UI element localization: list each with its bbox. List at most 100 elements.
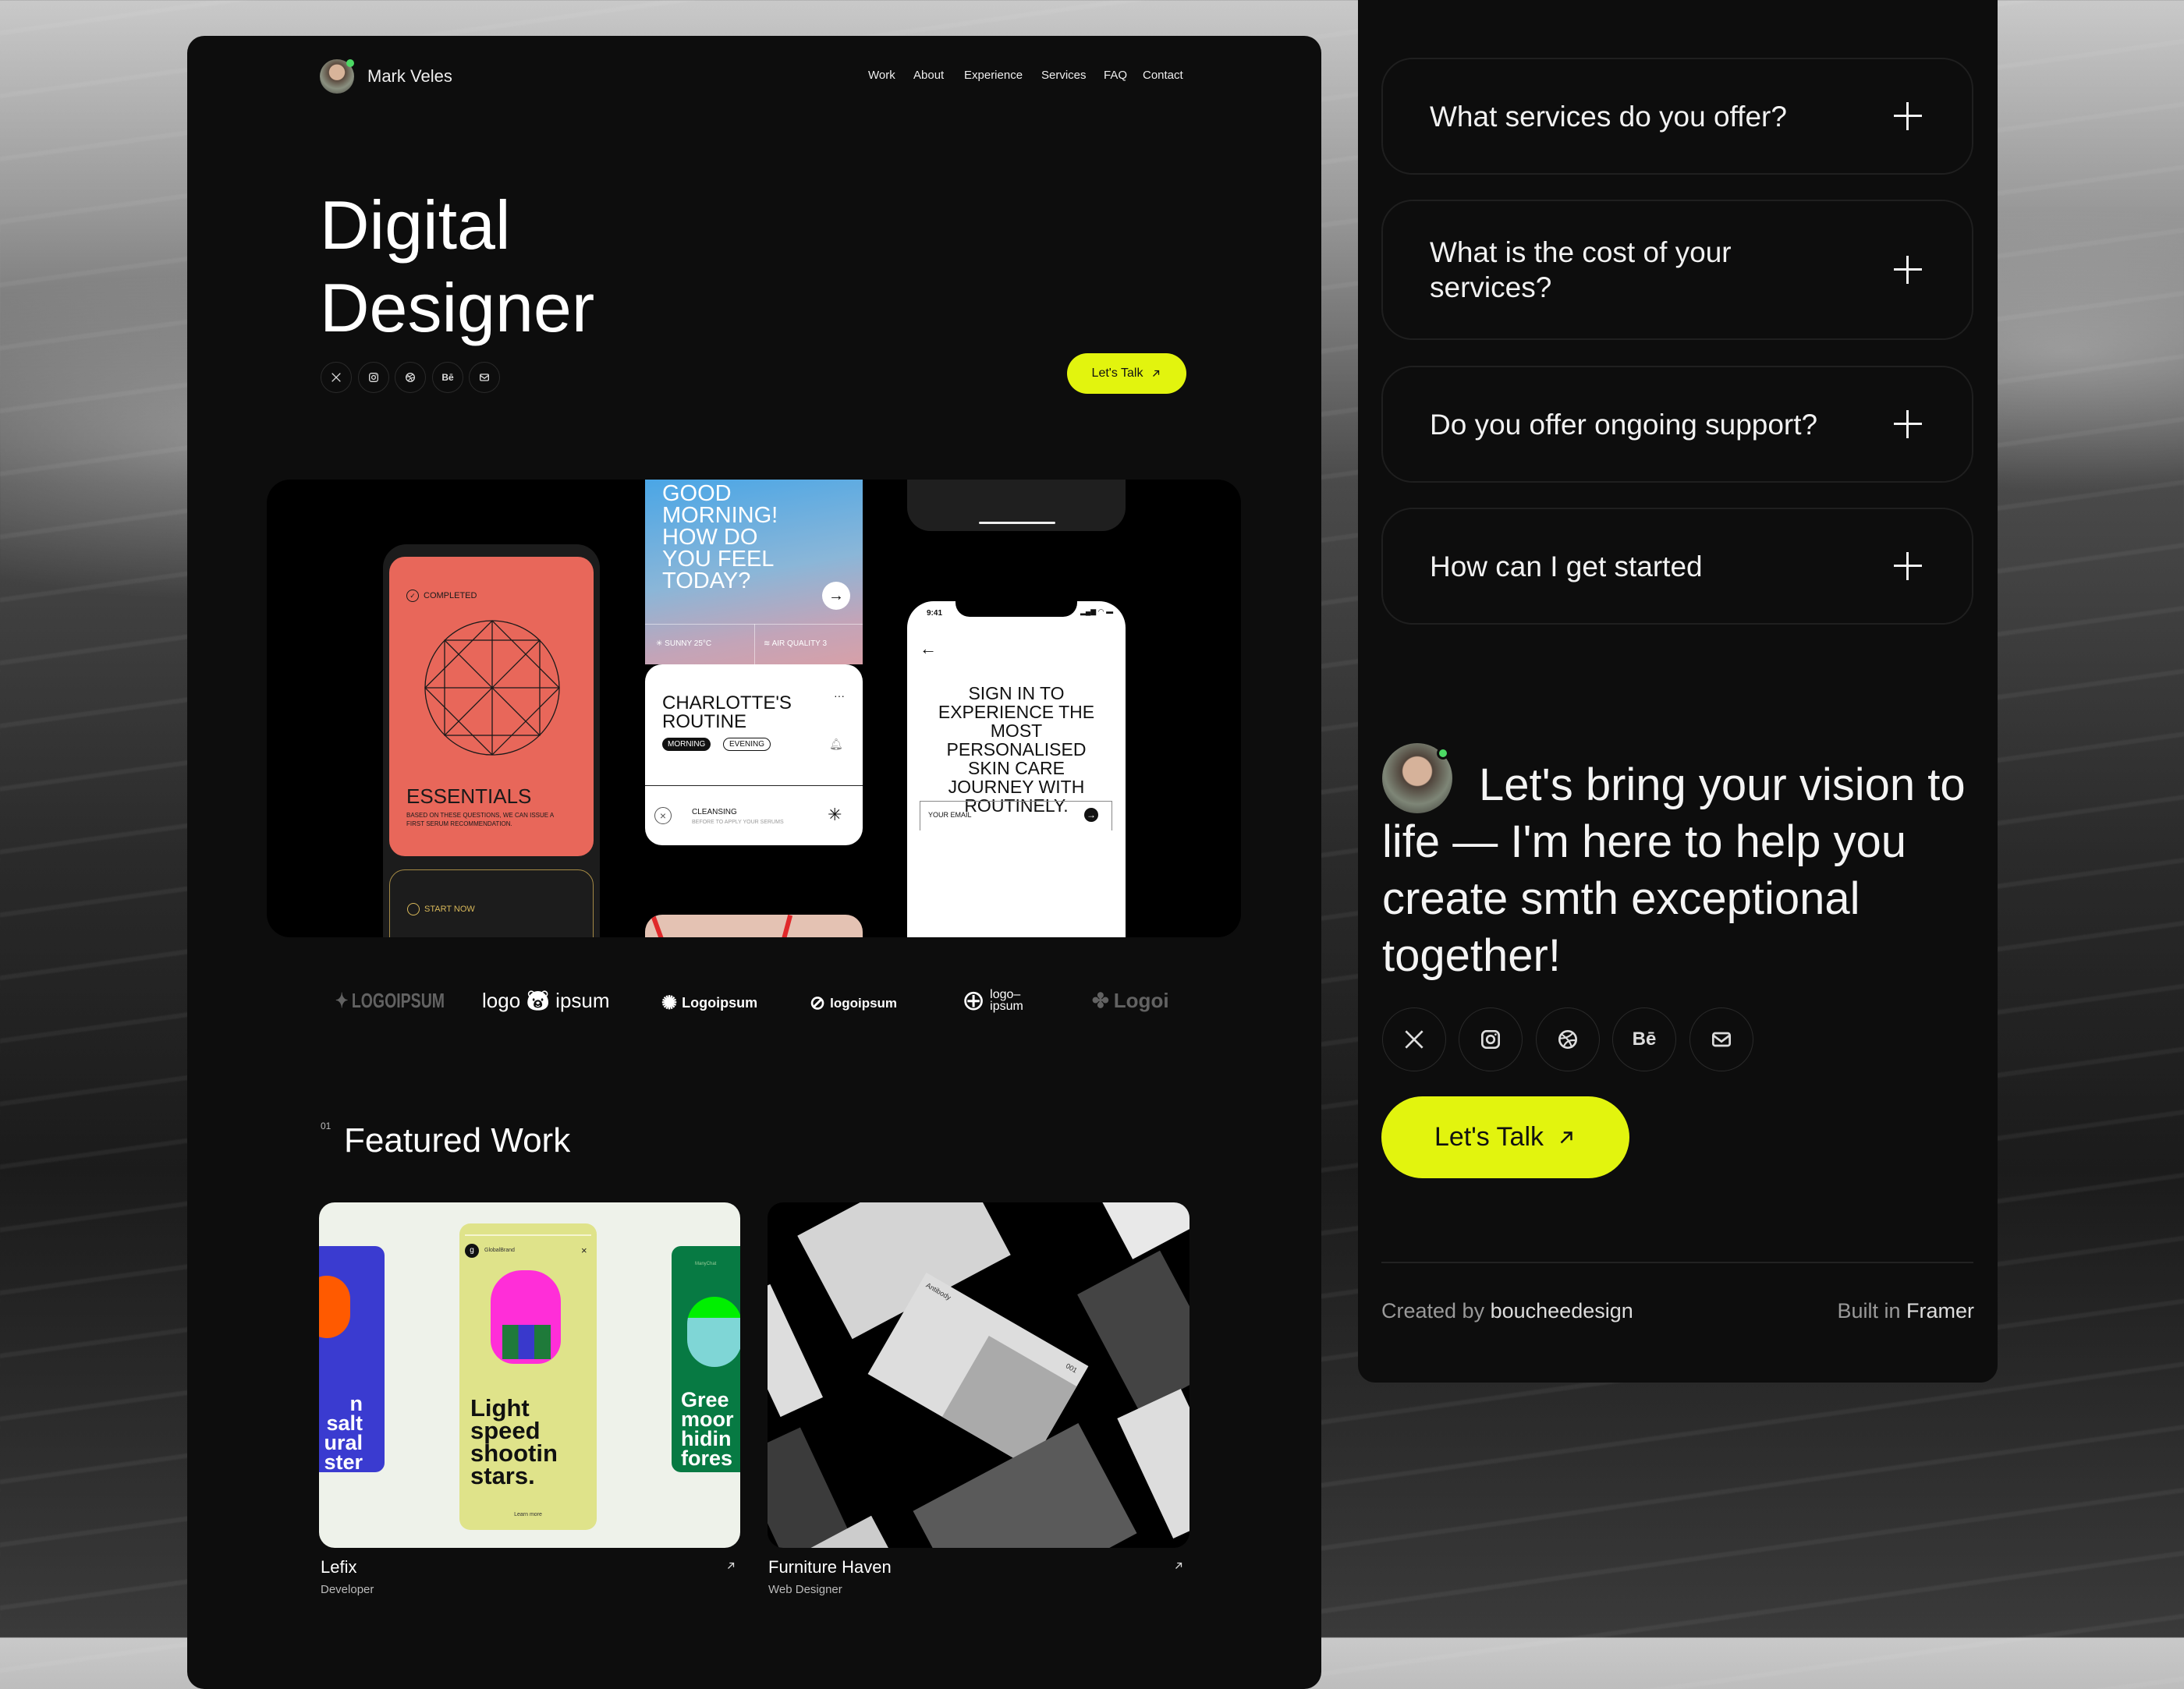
learn-more: Learn more bbox=[514, 1512, 542, 1517]
cleansing-icon: × bbox=[654, 807, 672, 824]
nav-about[interactable]: About bbox=[913, 69, 944, 82]
weather-label: SUNNY 25°C bbox=[665, 639, 712, 648]
nav-work[interactable]: Work bbox=[868, 69, 895, 82]
brand-name: GlobalBrand bbox=[484, 1248, 515, 1253]
circle-wave-icon: ⊘ bbox=[810, 993, 826, 1014]
plus-icon bbox=[1894, 102, 1922, 130]
hero-title: Digital Designer bbox=[320, 184, 594, 349]
nav-faq[interactable]: FAQ bbox=[1104, 69, 1127, 82]
logo-text: ipsum bbox=[555, 989, 610, 1012]
flower-icon: ✤ bbox=[1092, 989, 1109, 1012]
hero-title-line2: Designer bbox=[320, 269, 595, 346]
sparkle-icon: ✳ bbox=[828, 805, 842, 824]
story-text: n salt ural ster ter. bbox=[324, 1392, 363, 1473]
built-prefix: Built in bbox=[1837, 1299, 1901, 1323]
creator-link[interactable]: boucheedesign bbox=[1491, 1299, 1633, 1323]
plus-icon bbox=[1894, 552, 1922, 580]
faq-item-get-started[interactable]: How can I get started bbox=[1381, 508, 1973, 625]
work-card-lefix[interactable]: n salt ural ster ter. g GlobalBrand × Li… bbox=[319, 1202, 740, 1548]
story-main: g GlobalBrand × Light speed shootin star… bbox=[459, 1223, 597, 1530]
dribbble-icon bbox=[1555, 1027, 1580, 1052]
plus-icon bbox=[1894, 410, 1922, 438]
behance-link[interactable]: Bē bbox=[432, 362, 463, 393]
behance-link[interactable]: Bē bbox=[1612, 1007, 1676, 1071]
nav-contact[interactable]: Contact bbox=[1143, 69, 1183, 82]
faq-item-services[interactable]: What services do you offer? bbox=[1381, 58, 1973, 175]
client-logo-6: ✤ Logoi bbox=[1092, 989, 1169, 1013]
x-link[interactable] bbox=[321, 362, 352, 393]
story-text: Gree moor hidin fores bbox=[681, 1388, 740, 1470]
contact-lets-talk-button[interactable]: Let's Talk bbox=[1381, 1096, 1629, 1178]
arrow-up-right-icon[interactable] bbox=[1173, 1560, 1184, 1571]
more-icon[interactable]: ··· bbox=[834, 689, 845, 702]
completed-label: COMPLETED bbox=[424, 591, 477, 600]
x-icon bbox=[1402, 1027, 1427, 1052]
bear-icon: 🐻︎ bbox=[525, 989, 551, 1012]
x-icon bbox=[330, 371, 342, 384]
work-role-lefix: Developer bbox=[321, 1583, 374, 1596]
status-icons: ▂▄▆ ◠ ▬ bbox=[1080, 607, 1114, 615]
arrow-up-right-icon[interactable] bbox=[725, 1560, 736, 1571]
cleansing-step-sub: BEFORE TO APPLY YOUR SERUMS bbox=[692, 820, 784, 825]
back-arrow-icon[interactable]: ← bbox=[920, 639, 937, 659]
globe-icon: ⊕ bbox=[962, 984, 986, 1016]
next-arrow-button[interactable]: → bbox=[822, 582, 850, 610]
completed-status: ✓ COMPLETED bbox=[406, 590, 477, 602]
routine-title: CHARLOTTE'S ROUTINE bbox=[662, 692, 792, 732]
dribbble-icon bbox=[404, 371, 417, 384]
mail-link[interactable] bbox=[469, 362, 500, 393]
instagram-link[interactable] bbox=[1459, 1007, 1523, 1071]
x-link[interactable] bbox=[1382, 1007, 1446, 1071]
story-left: n salt ural ster ter. bbox=[319, 1246, 385, 1472]
start-now: START NOW bbox=[407, 903, 475, 915]
behance-icon: Bē bbox=[1632, 1029, 1657, 1050]
story-right: ManyChat Gree moor hidin fores bbox=[672, 1246, 740, 1472]
email-input[interactable]: YOUR EMAIL → bbox=[920, 801, 1112, 830]
logo-text: logo bbox=[482, 989, 521, 1012]
check-circle-icon: ✓ bbox=[406, 590, 419, 602]
lets-talk-label: Let's Talk bbox=[1434, 1122, 1544, 1152]
client-logo-2: logo 🐻︎ ipsum bbox=[482, 989, 610, 1013]
essentials-description: BASED ON THESE QUESTIONS, WE CAN ISSUE A… bbox=[406, 812, 554, 827]
arrow-up-right-icon bbox=[1556, 1128, 1576, 1148]
start-now-card[interactable]: START NOW bbox=[389, 869, 594, 937]
faq-question: What services do you offer? bbox=[1430, 100, 1787, 133]
site-name[interactable]: Mark Veles bbox=[367, 66, 452, 87]
footer-divider bbox=[1381, 1262, 1973, 1263]
logo-text: logoipsum bbox=[830, 995, 898, 1011]
mail-link[interactable] bbox=[1689, 1007, 1753, 1071]
work-title-lefix[interactable]: Lefix bbox=[321, 1557, 356, 1577]
email-placeholder: YOUR EMAIL bbox=[928, 811, 972, 819]
logo-text: Logoi bbox=[1113, 989, 1169, 1012]
footer-built-in: Built in Framer bbox=[1837, 1299, 1974, 1323]
brand-avatar: g bbox=[465, 1244, 479, 1258]
faq-item-cost[interactable]: What is the cost of your services? bbox=[1381, 200, 1973, 340]
dribbble-link[interactable] bbox=[395, 362, 426, 393]
submit-arrow-button[interactable]: → bbox=[1084, 808, 1098, 822]
work-title-furniture-haven[interactable]: Furniture Haven bbox=[768, 1557, 892, 1577]
dribbble-link[interactable] bbox=[1536, 1007, 1600, 1071]
logo-mark-icon: ✦ bbox=[335, 989, 349, 1012]
model-photo bbox=[645, 915, 863, 937]
air-quality-label: AIR QUALITY 3 bbox=[771, 639, 828, 648]
nav-experience[interactable]: Experience bbox=[964, 69, 1023, 82]
faq-item-support[interactable]: Do you offer ongoing support? bbox=[1381, 366, 1973, 483]
tab-morning[interactable]: MORNING bbox=[662, 738, 711, 751]
faq-contact-panel: What services do you offer? What is the … bbox=[1358, 0, 1998, 1383]
framer-link[interactable]: Framer bbox=[1906, 1299, 1974, 1323]
lets-talk-button[interactable]: Let's Talk bbox=[1067, 353, 1186, 394]
work-card-furniture-haven[interactable]: Antibody 001 bbox=[768, 1202, 1190, 1548]
instagram-link[interactable] bbox=[358, 362, 389, 393]
arrow-up-right-icon bbox=[1150, 368, 1161, 379]
circle-icon bbox=[407, 903, 420, 915]
nav-services[interactable]: Services bbox=[1041, 69, 1087, 82]
phone-mockup-essentials: ✓ COMPLETED ESSENTIALS BASED ON THESE QU… bbox=[383, 544, 600, 937]
phone-mockup-signin: 9:41 ▂▄▆ ◠ ▬ ← SIGN IN TO EXPERIENCE THE… bbox=[907, 601, 1126, 937]
logo-text: LOGOIPSUM bbox=[351, 989, 445, 1012]
bell-icon[interactable]: 🔔︎ bbox=[829, 738, 843, 751]
instagram-icon bbox=[1478, 1027, 1503, 1052]
status-time: 9:41 bbox=[927, 609, 943, 618]
tab-evening[interactable]: EVENING bbox=[723, 738, 771, 751]
logo-text: Logoipsum bbox=[682, 995, 758, 1011]
work-role-furniture-haven: Web Designer bbox=[768, 1583, 842, 1596]
